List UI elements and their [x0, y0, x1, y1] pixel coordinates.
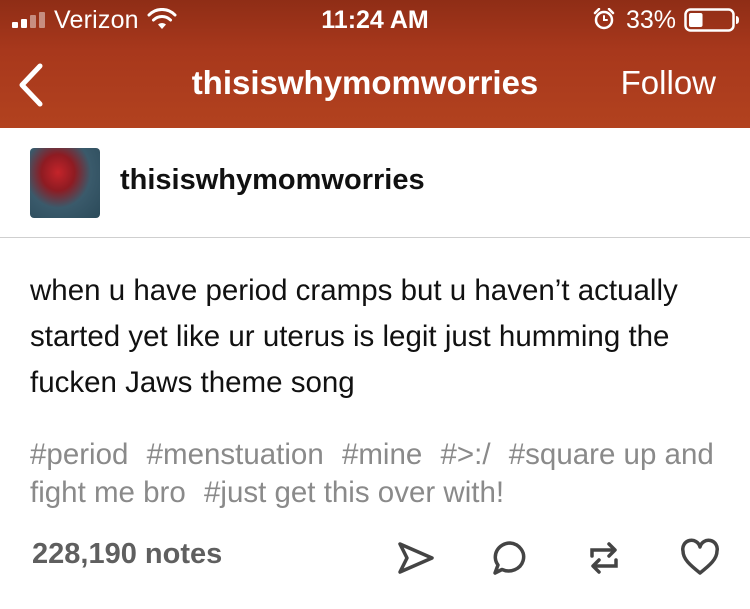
tag-link[interactable]: #>:/ [441, 438, 491, 471]
battery-icon [684, 8, 739, 32]
battery-percent: 33% [626, 6, 677, 34]
status-bar: Verizon 11:24 AM 33% [0, 0, 750, 40]
reblog-icon[interactable] [584, 538, 624, 578]
tag-link[interactable]: #just get this over with! [204, 476, 504, 509]
like-icon[interactable] [680, 538, 720, 578]
post-author[interactable]: thisiswhymomworries [120, 164, 425, 197]
app-header: Verizon 11:24 AM 33% thisiswhymomworries… [0, 0, 750, 128]
notes-count[interactable]: 228,190 notes [32, 538, 222, 571]
post-header: thisiswhymomworries [0, 128, 750, 238]
tag-link[interactable]: #mine [342, 438, 422, 471]
tag-link[interactable]: #period [30, 438, 128, 471]
post-text: when u have period cramps but u haven’t … [30, 274, 678, 399]
alarm-icon [593, 8, 615, 30]
blog-avatar[interactable] [30, 148, 100, 218]
reply-icon[interactable] [490, 538, 530, 578]
share-icon[interactable] [396, 538, 436, 578]
follow-button[interactable]: Follow [621, 64, 716, 102]
post-tags: #period #menstuation #mine #>:/ #square … [30, 436, 730, 512]
tag-link[interactable]: #menstuation [147, 438, 324, 471]
